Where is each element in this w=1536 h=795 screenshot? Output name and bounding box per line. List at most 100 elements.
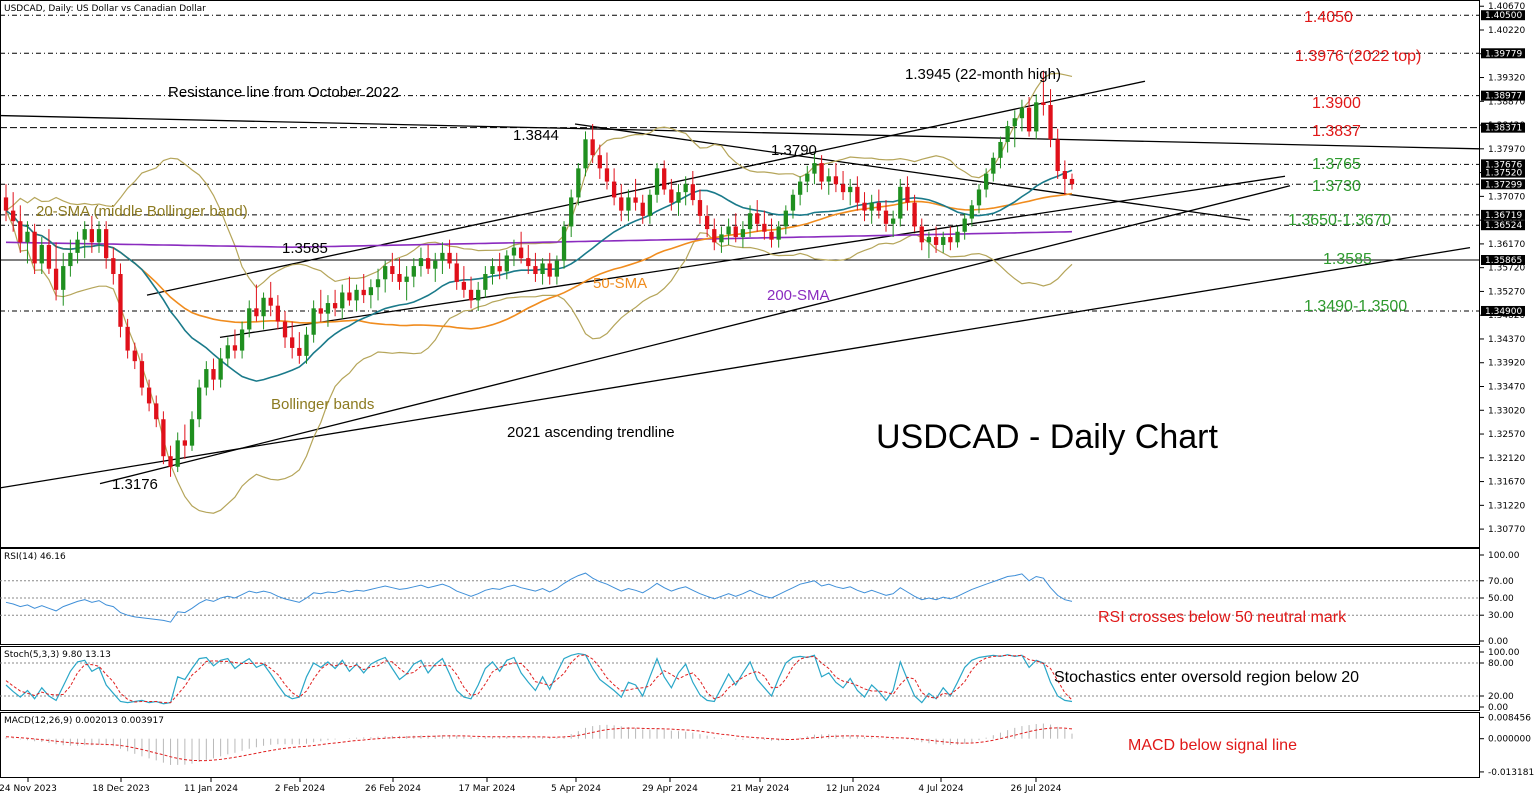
candle [82, 221, 87, 259]
candle [533, 252, 538, 282]
price-tick-label: 1.40220 [1488, 26, 1525, 36]
candle-body [425, 258, 431, 269]
candle-body [490, 266, 495, 274]
candle [361, 274, 366, 304]
price-tick-label: 1.31220 [1488, 501, 1525, 511]
candle [483, 266, 488, 298]
candle [962, 213, 967, 240]
candle [61, 252, 66, 306]
level-tag-label: 1.35865 [1485, 256, 1522, 266]
candle [905, 176, 910, 211]
candle-body [433, 260, 438, 269]
candle [611, 168, 617, 206]
candle-body [1055, 139, 1060, 172]
stochastics-pane: 100.0080.00 20.000.00 Stochastics enter o… [0, 648, 1520, 713]
candle-body [247, 308, 252, 330]
candle-body [418, 258, 424, 267]
date-tick-label: 18 Dec 2023 [92, 784, 150, 794]
price-axis: 1.406701.402201.397701.393201.388701.384… [1479, 2, 1525, 535]
candle-body [46, 244, 52, 269]
support-13490-13500-label: 1.3490-1.3500 [1304, 298, 1407, 315]
candle-body [654, 168, 660, 195]
candle [948, 226, 953, 251]
candle [590, 124, 595, 164]
candle [132, 342, 137, 370]
date-tick-label: 17 Mar 2024 [458, 784, 515, 794]
candle-body [662, 168, 667, 190]
candle-body [526, 258, 531, 267]
sma50-label: 50-SMA [593, 275, 647, 292]
candle [282, 310, 288, 348]
candle-body [1012, 118, 1017, 127]
candle [189, 411, 195, 451]
date-tick-label: 26 Feb 2024 [365, 784, 421, 794]
candle [397, 258, 402, 290]
candle [297, 332, 302, 364]
candle-body [404, 276, 409, 282]
candle-body [604, 168, 610, 182]
resistance-13976-label: 1.3976 (2022 top) [1295, 48, 1421, 65]
candle-body [368, 287, 374, 296]
candle [154, 395, 159, 428]
candle [239, 321, 245, 359]
candle-body [769, 231, 774, 240]
candle-body [969, 205, 974, 219]
candle [898, 178, 903, 227]
level-tag-label: 1.38977 [1485, 92, 1522, 102]
candle-body [876, 202, 881, 211]
resistance-14050-label: 1.4050 [1304, 9, 1353, 26]
candle [89, 215, 94, 253]
candle-body [626, 197, 631, 211]
candle-body [290, 337, 295, 348]
chart-title: USDCAD - Daily Chart [876, 418, 1218, 456]
candle-body [383, 266, 388, 280]
trendlines [0, 80, 1480, 489]
rsi-pane-frame [0, 548, 1480, 645]
pane-tick-label: 70.00 [1488, 577, 1514, 587]
candle [690, 171, 695, 206]
candle [118, 263, 123, 338]
candle [719, 226, 724, 253]
candle [1034, 94, 1039, 140]
candle-body [397, 274, 402, 282]
candle [354, 284, 359, 311]
candle-body [61, 266, 66, 290]
candle [182, 424, 188, 459]
candle-body [547, 263, 552, 277]
candle-body [96, 229, 102, 243]
candle-body [569, 197, 574, 227]
candle-body [68, 252, 73, 267]
candle [11, 192, 16, 232]
candle [161, 411, 166, 465]
candle-body [898, 186, 903, 219]
candle [204, 361, 209, 396]
candle [418, 247, 424, 277]
candle [96, 221, 102, 253]
candle-body [511, 247, 517, 256]
candle-body [261, 297, 266, 317]
resistance-13900-label: 1.3900 [1312, 95, 1361, 112]
trendline [219, 175, 1286, 339]
candle-body [354, 289, 359, 301]
candle-body [905, 186, 910, 203]
candle-body [697, 200, 703, 216]
trendline [146, 80, 1146, 296]
candle-body [332, 303, 338, 309]
candle-body [998, 141, 1003, 158]
support-13585-label: 1.3585 [1323, 251, 1372, 268]
candle [411, 258, 416, 288]
stoch-header: Stoch(5,3,3) 9.80 13.13 [4, 650, 111, 660]
candle [876, 189, 881, 219]
candle [261, 292, 266, 330]
candle [783, 205, 788, 235]
candle [68, 239, 73, 277]
price-tick-label: 1.37070 [1488, 192, 1525, 202]
chart-header: USDCAD, Daily: US Dollar vs Canadian Dol… [4, 4, 206, 14]
candle-body [275, 305, 281, 322]
candle-body [168, 456, 173, 467]
candle-body [755, 213, 760, 224]
candle-body [790, 194, 796, 211]
candle-body [347, 292, 352, 301]
candle [569, 189, 574, 238]
candle [1019, 99, 1025, 132]
